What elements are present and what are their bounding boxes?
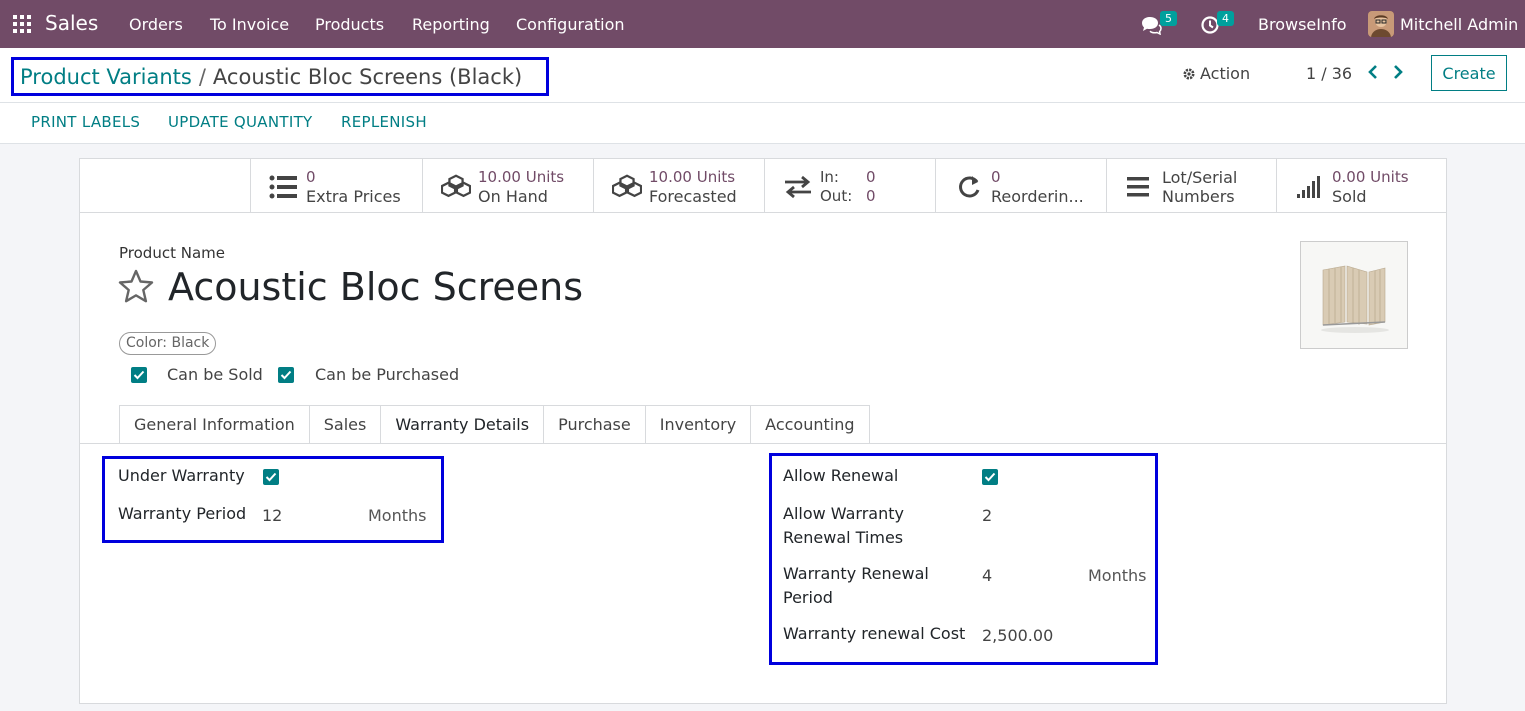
pager-next-button[interactable] [1389, 62, 1407, 82]
tab-purchase[interactable]: Purchase [544, 405, 646, 444]
forecasted-label: Forecasted [649, 187, 737, 206]
on-hand-label: On Hand [478, 187, 548, 206]
forecasted-quantity: 10.00 Units [649, 168, 736, 186]
can-be-sold-label[interactable]: Can be Sold [167, 365, 263, 384]
bars-icon [1127, 177, 1149, 197]
on-hand-quantity: 10.00 Units [478, 168, 565, 186]
menu-products[interactable]: Products [315, 15, 384, 34]
form-sheet: 0 Extra Prices 10.00 Units On Hand 10.00… [79, 158, 1447, 704]
menu-reporting[interactable]: Reporting [412, 15, 490, 34]
reordering-label: Reorderin... [991, 187, 1084, 206]
in-out-button[interactable]: In: 0 Out: 0 [764, 159, 935, 212]
signal-icon [1297, 176, 1320, 198]
user-avatar[interactable] [1368, 11, 1394, 37]
tab-accounting[interactable]: Accounting [751, 405, 870, 444]
breadcrumb-separator: / [198, 64, 206, 89]
chevron-right-icon [1394, 65, 1403, 79]
company-switcher[interactable]: BrowseInfo [1258, 15, 1347, 34]
top-navbar: Sales Orders To Invoice Products Reporti… [0, 0, 1525, 48]
menu-orders[interactable]: Orders [129, 15, 183, 34]
pager-previous-button[interactable] [1364, 62, 1382, 82]
action-dropdown[interactable]: Action [1182, 64, 1250, 83]
exchange-icon [785, 175, 811, 199]
create-button[interactable]: Create [1431, 55, 1507, 91]
form-tabs: General Information Sales Warranty Detai… [119, 405, 870, 444]
product-name-label: Product Name [119, 244, 225, 262]
sold-quantity: 0.00 Units [1332, 168, 1409, 186]
breadcrumb: Product Variants / Acoustic Bloc Screens… [11, 57, 549, 96]
smart-buttons: 0 Extra Prices 10.00 Units On Hand 10.00… [80, 159, 1446, 213]
tab-general-information[interactable]: General Information [119, 405, 310, 444]
renewal-period-unit: Months [1088, 566, 1147, 585]
can-be-purchased-checkbox[interactable] [278, 367, 294, 383]
tab-warranty-details[interactable]: Warranty Details [381, 405, 545, 444]
renewal-period-label-line1: Warranty Renewal [783, 564, 929, 583]
lot-serial-label-2: Numbers [1162, 187, 1235, 206]
gear-icon [1183, 68, 1195, 79]
cubes-icon [612, 174, 642, 198]
messages-badge: 5 [1160, 11, 1177, 26]
warranty-period-field[interactable]: 12 [262, 506, 282, 525]
warranty-group: Under Warranty Warranty Period 12 Months [102, 456, 444, 543]
on-hand-button[interactable]: 10.00 Units On Hand [422, 159, 593, 212]
allow-renewal-label: Allow Renewal [783, 466, 899, 485]
pager-value[interactable]: 1 / 36 [1306, 64, 1352, 83]
tab-inventory[interactable]: Inventory [645, 405, 752, 444]
reordering-count: 0 [991, 168, 1001, 186]
extra-prices-button[interactable]: 0 Extra Prices [250, 159, 422, 212]
variant-attribute-tag: Color: Black [119, 332, 217, 355]
out-label: Out: [820, 187, 853, 205]
lot-serial-button[interactable]: Lot/Serial Numbers [1106, 159, 1276, 212]
forecasted-button[interactable]: 10.00 Units Forecasted [593, 159, 764, 212]
renewal-group: Allow Renewal Allow Warranty Renewal Tim… [769, 453, 1158, 665]
print-labels-button[interactable]: PRINT LABELS [31, 113, 140, 131]
activities-badge: 4 [1217, 11, 1234, 26]
allow-renewal-checkbox[interactable] [982, 469, 998, 485]
breadcrumb-parent-link[interactable]: Product Variants [20, 65, 192, 89]
sold-button[interactable]: 0.00 Units Sold [1276, 159, 1446, 212]
control-divider [0, 102, 1525, 103]
lot-serial-label-1: Lot/Serial [1162, 168, 1238, 187]
replenish-button[interactable]: REPLENISH [341, 113, 427, 131]
warranty-period-unit: Months [368, 506, 427, 525]
apps-menu-icon[interactable] [13, 15, 31, 33]
favorite-star-icon[interactable] [118, 269, 154, 303]
product-image[interactable] [1300, 241, 1408, 349]
app-name[interactable]: Sales [45, 11, 98, 35]
renewal-period-field[interactable]: 4 [982, 566, 992, 585]
under-warranty-label: Under Warranty [118, 466, 245, 485]
extra-prices-count: 0 [306, 168, 316, 186]
user-menu[interactable]: Mitchell Admin [1400, 15, 1518, 34]
cubes-icon [441, 174, 471, 198]
chevron-left-icon [1368, 65, 1377, 79]
renewal-times-label-line2: Renewal Times [783, 528, 904, 547]
sold-label: Sold [1332, 187, 1367, 206]
renewal-cost-field[interactable]: 2,500.00 [982, 626, 1053, 645]
in-count: 0 [866, 168, 876, 186]
under-warranty-checkbox[interactable] [263, 469, 279, 485]
control-panel: Product Variants / Acoustic Bloc Screens… [0, 48, 1525, 144]
extra-prices-label: Extra Prices [306, 187, 401, 206]
out-count: 0 [866, 187, 876, 205]
refresh-icon [959, 176, 980, 198]
messages-icon[interactable] [1140, 15, 1162, 39]
renewal-cost-label: Warranty renewal Cost [783, 624, 966, 643]
in-label: In: [820, 168, 839, 186]
renewal-times-label-line1: Allow Warranty [783, 504, 904, 523]
menu-to-invoice[interactable]: To Invoice [210, 15, 289, 34]
list-icon [269, 175, 297, 199]
reordering-rules-button[interactable]: 0 Reorderin... [935, 159, 1106, 212]
action-label: Action [1200, 64, 1251, 83]
can-be-sold-checkbox[interactable] [131, 367, 147, 383]
update-quantity-button[interactable]: UPDATE QUANTITY [168, 113, 313, 131]
breadcrumb-current: Acoustic Bloc Screens (Black) [212, 64, 523, 89]
renewal-times-field[interactable]: 2 [982, 506, 992, 525]
renewal-period-label-line2: Period [783, 588, 833, 607]
menu-configuration[interactable]: Configuration [516, 15, 625, 34]
warranty-period-label: Warranty Period [118, 504, 247, 523]
tabs-divider [80, 443, 1446, 444]
can-be-purchased-label[interactable]: Can be Purchased [315, 365, 459, 384]
tab-sales[interactable]: Sales [309, 405, 382, 444]
product-name-field[interactable]: Acoustic Bloc Screens [168, 265, 583, 309]
